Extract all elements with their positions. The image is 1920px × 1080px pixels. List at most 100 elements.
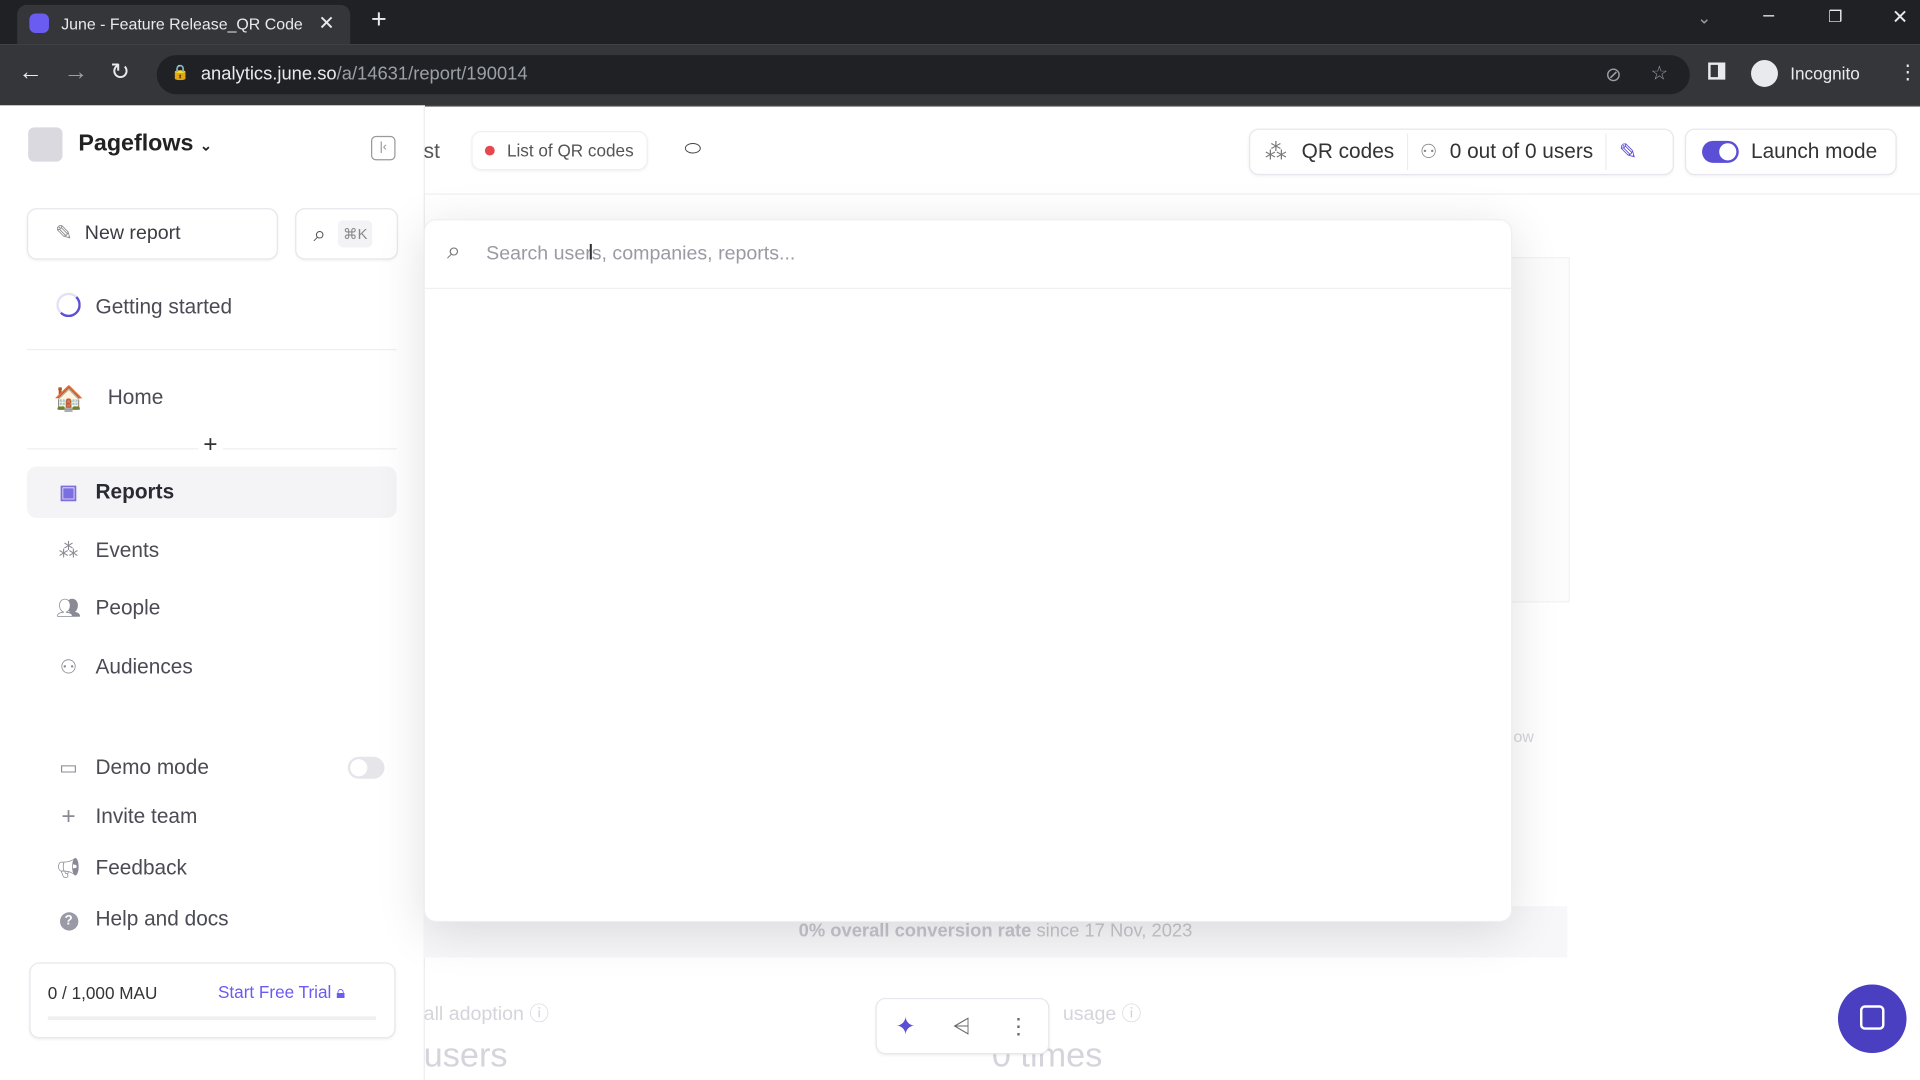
workspace-switcher[interactable]: Pageflows ⌄ [78,131,212,158]
shortcut-badge: ⌘K [338,220,373,248]
browser-menu-icon[interactable]: ⋮ [1898,60,1918,84]
browser-tab-bar: June - Feature Release_QR Code ✕ + ⌄ – ❐… [0,0,1920,45]
tag-icon[interactable]: ⬭ [684,138,701,160]
search-input[interactable] [483,235,1493,275]
eye-off-icon[interactable]: ⊘ [1605,62,1621,86]
sidebar-item-home[interactable]: 🏠 Home [27,372,397,423]
feedback-item[interactable]: 📢︎ Feedback [27,842,397,893]
list-pill[interactable]: List of QR codes [471,131,648,171]
forward-icon[interactable]: → [64,59,88,87]
megaphone-icon: 📢︎ [56,858,82,880]
workspace-logo [28,127,63,162]
tab-search-icon[interactable]: ⌄ [1697,7,1711,28]
sidebar-item-reports[interactable]: ▣ Reports [26,466,397,518]
search-button[interactable]: ⌕ ⌘K [295,208,398,260]
chevron-down-icon: ⌄ [199,137,213,155]
edit-icon: ✎ [55,221,73,245]
chat-icon [1860,1005,1885,1030]
people-icon: 👥︎ [56,598,82,620]
launch-mode-control[interactable]: Launch mode [1684,128,1897,176]
help-label: Help and docs [95,907,229,931]
lock-icon: 🔒︎ [336,982,346,1002]
minimize-icon[interactable]: – [1763,5,1774,27]
restore-icon[interactable]: ❐ [1828,7,1842,27]
event-selector[interactable]: QR codes [1302,140,1395,164]
sparkle-cursor-icon: ⁂ [1264,138,1287,164]
mau-progress-bar [47,1016,376,1021]
conversion-since: since 17 Nov, 2023 [1031,920,1193,942]
adoption-value: users [423,1035,508,1074]
sidebar-item-events[interactable]: ⁂ Events [27,525,397,576]
new-report-label: New report [84,222,181,244]
audiences-label: Audiences [95,655,193,679]
demo-mode-label: Demo mode [95,755,209,779]
report-settings-group: ⁂ QR codes ⚇ 0 out of 0 users ✎ [1248,128,1674,176]
help-item[interactable]: ? Help and docs [27,894,397,945]
ai-sparkle-icon[interactable]: ✦ [895,1011,916,1042]
search-icon: ⌕ [313,221,326,246]
home-label: Home [107,385,164,409]
search-modal: ⌕ I [423,219,1513,923]
more-icon[interactable]: ⋮ [1008,1013,1030,1039]
browser-tab[interactable]: June - Feature Release_QR Code ✕ [17,4,351,45]
start-trial-link[interactable]: Start Free Trial 🔒︎ [218,982,345,1003]
launch-mode-label: Launch mode [1751,139,1878,163]
back-icon[interactable]: ← [18,59,42,87]
incognito-avatar[interactable] [1751,60,1778,87]
new-tab-icon[interactable]: + [371,4,387,36]
url-path: /a/14631/report/190014 [336,63,528,85]
floating-toolbar: ✦ ⩤ ⋮ [875,997,1050,1055]
demo-mode-toggle[interactable] [347,756,385,779]
mau-count: 0 / 1,000 MAU [47,983,158,1003]
house-icon: 🏠 [53,385,85,413]
sidebar-item-people[interactable]: 👥︎ People [27,583,397,634]
background-card [1509,257,1570,603]
share-icon[interactable]: ⩤ [953,1013,971,1039]
start-trial-label: Start Free Trial [217,982,332,1002]
users-selector[interactable]: 0 out of 0 users [1450,140,1593,164]
text-cursor-icon: I [587,240,594,265]
getting-started-item[interactable]: Getting started [27,282,397,333]
collapse-sidebar-icon[interactable]: |‹ [371,135,396,161]
window-icon: ▭ [59,757,78,779]
usage-label: usage ⓘ [1062,1004,1142,1025]
divider [1605,133,1607,171]
sparkle-cursor-icon: ⁂ [58,541,79,563]
workspace-name: Pageflows [78,131,194,157]
topbar-divider [423,193,1920,195]
edit-icon[interactable]: ✎ [1619,139,1637,165]
question-circle-icon: ? [54,909,83,931]
audience-icon: ⚇ [59,657,78,679]
sidebar-item-audiences[interactable]: ⚇ Audiences [27,642,397,693]
chat-button[interactable] [1837,984,1907,1054]
star-icon[interactable]: ☆ [1651,61,1669,85]
url-input[interactable]: 🔒 analytics.june.so/a/14631/report/19001… [156,55,1690,95]
url-domain: analytics.june.so [200,63,337,85]
people-icon: ⚇ [1419,142,1438,163]
mau-card: 0 / 1,000 MAU Start Free Trial 🔒︎ [29,962,396,1039]
status-dot [484,145,495,156]
close-tab-icon[interactable]: ✕ [318,11,334,35]
invite-team-label: Invite team [95,804,198,828]
chart-board-icon: ▣ [59,482,78,504]
reload-icon[interactable]: ↻ [110,59,129,87]
divider [424,287,1512,289]
june-favicon [29,13,49,34]
divider [1406,133,1408,171]
side-panel-icon[interactable] [1708,62,1726,80]
search-icon: ⌕ [446,237,461,265]
close-window-icon[interactable]: ✕ [1892,5,1908,29]
feedback-label: Feedback [95,855,187,880]
report-title: st [423,139,440,163]
profile-label: Incognito [1790,63,1860,84]
sidebar: Pageflows ⌄ |‹ ✎ New report ⌕ ⌘K Getting… [0,105,425,1080]
events-label: Events [95,538,160,563]
new-report-button[interactable]: ✎ New report [26,208,278,260]
adoption-label: all adoption ⓘ [423,1004,549,1025]
invite-team-item[interactable]: + Invite team [27,791,397,842]
plus-icon: + [61,802,76,830]
lock-icon: 🔒 [171,63,190,81]
add-pinned-icon[interactable]: + [198,431,223,460]
launch-mode-toggle[interactable] [1702,140,1739,163]
reports-label: Reports [95,480,175,504]
